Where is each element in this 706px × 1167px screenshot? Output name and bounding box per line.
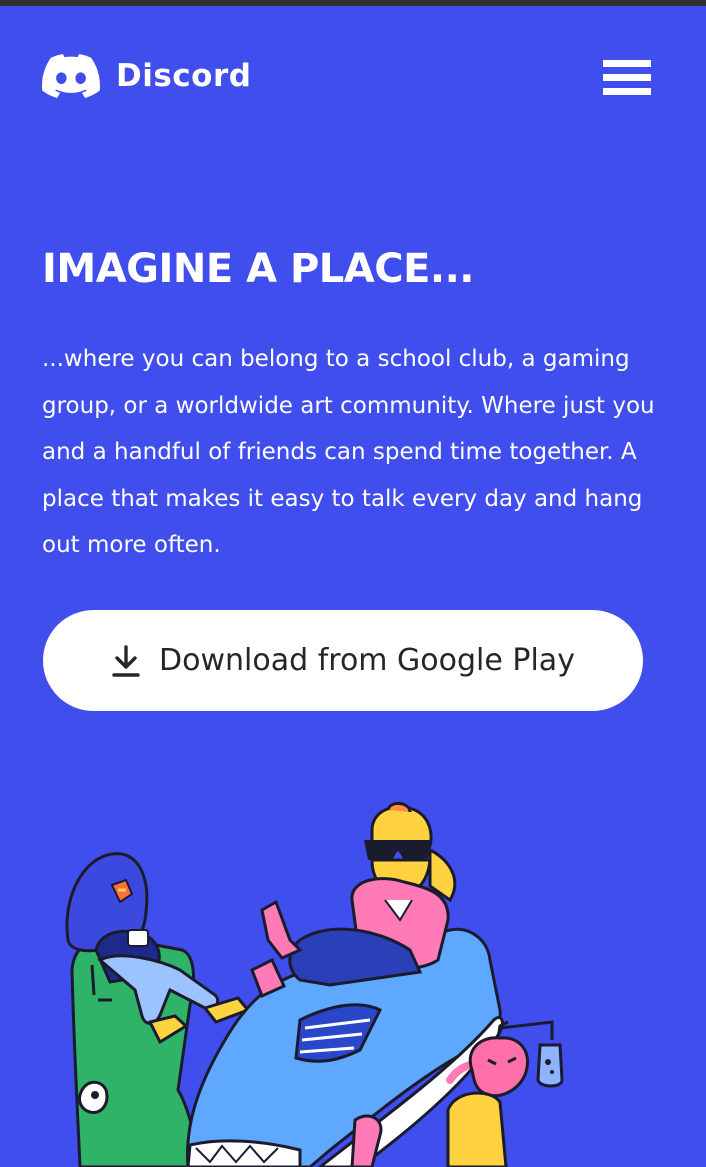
discord-clyde-icon <box>42 54 100 98</box>
site-header: Discord <box>0 6 706 136</box>
hero-illustration <box>65 802 564 1167</box>
pink-character-illustration <box>250 802 457 999</box>
menu-bar-middle <box>603 74 651 81</box>
download-google-play-button[interactable]: Download from Google Play <box>43 610 643 711</box>
hamburger-menu-icon[interactable] <box>600 56 654 100</box>
menu-bar-top <box>603 60 651 67</box>
discord-logo[interactable]: Discord <box>42 54 251 98</box>
download-icon <box>111 644 141 678</box>
hero-headline: IMAGINE A PLACE... <box>42 246 475 292</box>
download-button-label: Download from Google Play <box>159 643 575 678</box>
hero-description: ...where you can belong to a school club… <box>42 346 655 558</box>
brand-name: Discord <box>116 58 252 94</box>
menu-bar-bottom <box>603 88 651 95</box>
